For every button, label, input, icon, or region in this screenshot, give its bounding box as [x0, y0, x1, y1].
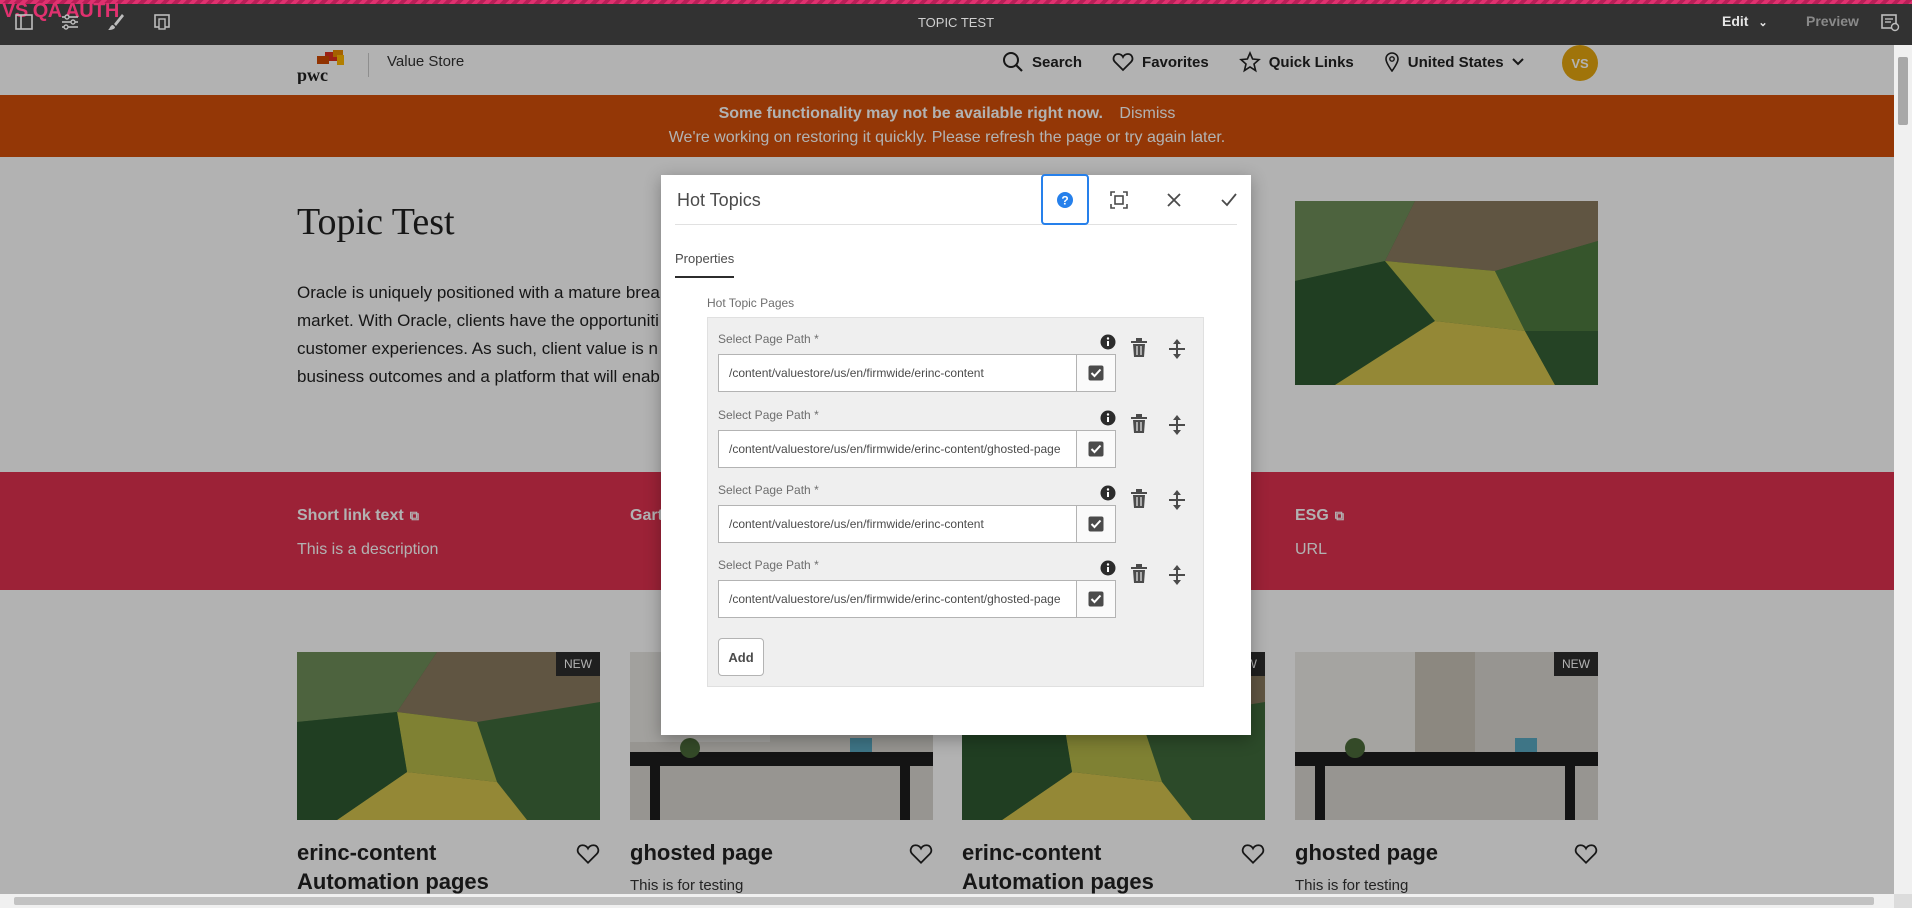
- path-picker-button[interactable]: [1076, 354, 1116, 392]
- info-icon[interactable]: [1100, 410, 1116, 426]
- reorder-icon[interactable]: [1168, 338, 1186, 360]
- done-button[interactable]: [1205, 175, 1253, 225]
- delete-icon[interactable]: [1130, 414, 1148, 434]
- close-icon: [1167, 193, 1181, 207]
- delete-icon[interactable]: [1130, 489, 1148, 509]
- page-path-input[interactable]: [718, 354, 1077, 392]
- info-icon[interactable]: [1100, 334, 1116, 350]
- fullscreen-icon: [1110, 191, 1128, 209]
- help-button[interactable]: ?: [1041, 174, 1089, 225]
- multifield-item: Select Page Path *: [718, 558, 1198, 628]
- path-picker-button[interactable]: [1076, 505, 1116, 543]
- vertical-scrollbar[interactable]: [1894, 45, 1912, 894]
- field-label: Select Page Path *: [718, 483, 819, 497]
- multifield-item: Select Page Path *: [718, 483, 1198, 553]
- close-button[interactable]: [1150, 175, 1198, 225]
- path-picker-button[interactable]: [1076, 430, 1116, 468]
- info-icon[interactable]: [1100, 485, 1116, 501]
- page-settings-icon[interactable]: [1880, 12, 1900, 32]
- dialog-title: Hot Topics: [677, 190, 761, 210]
- mode-edit-dropdown[interactable]: Edit ⌄: [1722, 13, 1768, 29]
- field-label: Select Page Path *: [718, 558, 819, 572]
- section-label: Hot Topic Pages: [707, 296, 795, 310]
- scrollbar-corner: [1894, 894, 1912, 908]
- checkbox-checked-icon: [1088, 441, 1104, 457]
- add-item-button[interactable]: Add: [718, 638, 764, 676]
- checkbox-checked-icon: [1088, 591, 1104, 607]
- page-title: TOPIC TEST: [917, 15, 995, 30]
- svg-text:?: ?: [1061, 193, 1068, 207]
- tab-properties[interactable]: Properties: [675, 251, 735, 278]
- mode-edit-label: Edit: [1722, 13, 1749, 29]
- page-path-input[interactable]: [718, 580, 1077, 618]
- reorder-icon[interactable]: [1168, 564, 1186, 586]
- page-path-input[interactable]: [718, 430, 1077, 468]
- hot-topics-dialog: Hot Topics ? Properties Hot Topic Pages …: [661, 174, 1251, 735]
- page-path-input[interactable]: [718, 505, 1077, 543]
- scrollbar-thumb[interactable]: [14, 897, 1874, 905]
- dialog-tabs: Properties: [675, 250, 735, 278]
- reorder-icon[interactable]: [1168, 489, 1186, 511]
- environment-stripe: [0, 0, 1912, 4]
- field-label: Select Page Path *: [718, 332, 819, 346]
- scrollbar-thumb[interactable]: [1898, 57, 1908, 125]
- checkmark-icon: [1221, 193, 1237, 207]
- aem-editor-bar: VS QA AUTH TOPIC TEST Edit ⌄ Preview: [0, 0, 1912, 45]
- multifield-item: Select Page Path *: [718, 408, 1198, 478]
- dialog-header: Hot Topics ?: [675, 174, 1237, 225]
- preview-button[interactable]: Preview: [1806, 13, 1859, 29]
- multifield-item: Select Page Path *: [718, 332, 1198, 402]
- info-icon[interactable]: [1100, 560, 1116, 576]
- chevron-down-icon: ⌄: [1758, 17, 1768, 29]
- horizontal-scrollbar[interactable]: [0, 894, 1894, 908]
- reorder-icon[interactable]: [1168, 414, 1186, 436]
- checkbox-checked-icon: [1088, 516, 1104, 532]
- delete-icon[interactable]: [1130, 564, 1148, 584]
- help-icon: ?: [1057, 191, 1073, 208]
- path-picker-button[interactable]: [1076, 580, 1116, 618]
- delete-icon[interactable]: [1130, 338, 1148, 358]
- fullscreen-button[interactable]: [1095, 175, 1143, 225]
- checkbox-checked-icon: [1088, 365, 1104, 381]
- hot-topic-pages-multifield: Select Page Path * Select Page Path * Se…: [707, 317, 1204, 687]
- field-label: Select Page Path *: [718, 408, 819, 422]
